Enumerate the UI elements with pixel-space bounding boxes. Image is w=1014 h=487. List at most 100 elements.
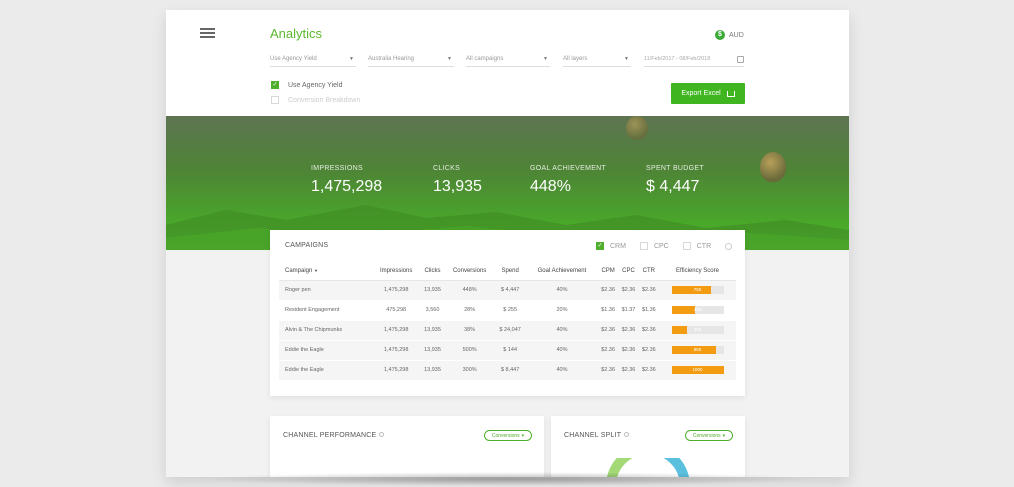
efficiency-bar: 750: [671, 286, 724, 294]
efficiency-bar: 300: [671, 326, 724, 334]
dropdown-value: Conversions: [491, 432, 520, 439]
cell: $2.36: [618, 360, 639, 381]
stat-label: GOAL ACHIEVEMENT: [530, 165, 607, 172]
app-window: Analytics $ AUD Use Agency Yield ▼ Austra…: [166, 10, 849, 477]
export-label: Export Excel: [681, 90, 721, 97]
layer-filter-dropdown[interactable]: All layers ▼: [563, 56, 631, 67]
cell: 475,298: [372, 300, 421, 321]
toggle-label: CPC: [653, 242, 669, 250]
conversion-breakdown-option[interactable]: Conversion Breakdown: [271, 96, 360, 104]
caret-down-icon: ▾: [722, 432, 726, 439]
impressions-stat: IMPRESSIONS 1,475,298: [311, 165, 382, 196]
checkbox-unchecked[interactable]: [639, 242, 648, 250]
cell: 40%: [525, 280, 598, 301]
toggle-label: CRM: [610, 242, 626, 250]
help-icon[interactable]: [624, 432, 630, 437]
cell: $ 24,047: [494, 320, 526, 341]
sort-caret-icon[interactable]: ▼: [314, 268, 318, 273]
efficiency-cell: 1000: [659, 360, 736, 381]
page-title: Analytics: [270, 26, 323, 41]
campaign-filter-dropdown[interactable]: All campaigns ▼: [466, 56, 550, 67]
column-header: Goal Achievement: [525, 262, 598, 281]
cell: Eddie the Eagle: [279, 340, 373, 361]
hamburger-menu-icon[interactable]: [200, 28, 215, 38]
table-row[interactable]: Eddie the Eagle 1,475,298 13,935 300% $ …: [279, 360, 736, 381]
export-excel-button[interactable]: Export Excel: [671, 83, 745, 104]
yield-filter-dropdown[interactable]: Use Agency Yield ▼: [270, 56, 356, 67]
cell: $1.36: [638, 300, 659, 321]
column-header: CPC: [618, 262, 639, 281]
option-label: Use Agency Yield: [288, 81, 343, 89]
goal-achievement-stat: GOAL ACHIEVEMENT 448%: [530, 165, 606, 196]
calendar-icon[interactable]: [737, 56, 744, 63]
info-icon[interactable]: [725, 243, 732, 250]
checkbox-unchecked[interactable]: [271, 96, 279, 104]
column-header: Conversions: [444, 262, 495, 281]
cell: $2.36: [618, 340, 639, 361]
metric-dropdown[interactable]: Conversions ▾: [685, 430, 733, 441]
campaign-filter-value: All campaigns: [466, 56, 504, 62]
cell: 13,935: [420, 340, 445, 361]
cell: 500%: [444, 340, 495, 361]
channel-split-panel: CHANNEL SPLIT Conversions ▾: [551, 416, 745, 477]
caret-down-icon: ▾: [521, 432, 525, 439]
use-agency-yield-option[interactable]: ✓ Use Agency Yield: [271, 81, 342, 89]
cell: 3,560: [420, 300, 445, 321]
help-icon[interactable]: [379, 432, 385, 437]
toggle-crm[interactable]: ✓ CRM: [596, 242, 626, 250]
cell: 40%: [525, 320, 598, 341]
caret-down-icon: ▼: [624, 56, 629, 62]
column-label: Campaign: [285, 267, 313, 274]
balloon-image: [626, 116, 648, 140]
date-range-picker[interactable]: 11/Feb/2017 - 08/Feb/2018: [644, 56, 744, 67]
cell: 20%: [525, 300, 598, 321]
efficiency-bar: 450: [671, 306, 724, 314]
date-range-value: 11/Feb/2017 - 08/Feb/2018: [644, 56, 711, 62]
caret-down-icon: ▼: [349, 56, 354, 62]
efficiency-bar: 850: [671, 346, 724, 354]
cell: $2.36: [638, 280, 659, 301]
stat-label: IMPRESSIONS: [311, 165, 363, 172]
cell: $ 4,447: [494, 280, 526, 301]
cell: $1.36: [597, 300, 619, 321]
panel-title: CAMPAIGNS: [285, 242, 329, 249]
table-row[interactable]: Eddie the Eagle 1,475,298 13,935 500% $ …: [279, 340, 736, 361]
table-row[interactable]: Resident Engagement 475,298 3,560 28% $ …: [279, 300, 736, 321]
stat-value: $ 4,447: [646, 178, 700, 195]
metric-toggles: ✓ CRM CPC CTR: [596, 242, 711, 250]
cell: 13,935: [420, 320, 445, 341]
table-row[interactable]: Alvin & The Chipmunks 1,475,298 13,935 3…: [279, 320, 736, 341]
efficiency-score: 850: [693, 347, 702, 352]
card-shadow: [200, 472, 815, 486]
stat-value: 13,935: [433, 178, 482, 195]
checkbox-checked[interactable]: ✓: [596, 242, 604, 250]
currency-selector[interactable]: $ AUD: [715, 30, 744, 40]
stat-value: 1,475,298: [311, 178, 383, 195]
checkbox-unchecked[interactable]: [682, 242, 691, 250]
caret-down-icon: ▼: [447, 56, 452, 62]
toggle-ctr[interactable]: CTR: [682, 242, 712, 250]
checkbox-checked[interactable]: ✓: [271, 81, 279, 89]
cell: 40%: [525, 340, 598, 361]
table-row[interactable]: Roger pen 1,475,298 13,935 448% $ 4,447 …: [279, 280, 736, 301]
toggle-cpc[interactable]: CPC: [639, 242, 669, 250]
client-filter-dropdown[interactable]: Australia Hearing ▼: [368, 56, 454, 67]
efficiency-score: 300: [693, 327, 702, 332]
cell: Eddie the Eagle: [279, 360, 373, 381]
cell: $2.36: [597, 340, 619, 361]
metric-dropdown[interactable]: Conversions ▾: [484, 430, 532, 441]
header-section: Analytics $ AUD Use Agency Yield ▼ Austra…: [166, 10, 849, 116]
cell: $ 8,447: [494, 360, 526, 381]
cell: 448%: [444, 280, 495, 301]
efficiency-bar: 1000: [671, 366, 724, 374]
toggle-label: CTR: [696, 242, 712, 250]
cell: 38%: [444, 320, 495, 341]
cell: Roger pen: [279, 280, 373, 301]
spent-budget-stat: SPENT BUDGET $ 4,447: [646, 165, 704, 196]
cell: 1,475,298: [372, 360, 421, 381]
column-header-campaign[interactable]: Campaign ▼: [279, 262, 373, 281]
panel-title: CHANNEL PERFORMANCE: [283, 432, 385, 439]
client-filter-value: Australia Hearing: [368, 56, 415, 62]
cell: 300%: [444, 360, 495, 381]
cell: $2.36: [618, 280, 639, 301]
